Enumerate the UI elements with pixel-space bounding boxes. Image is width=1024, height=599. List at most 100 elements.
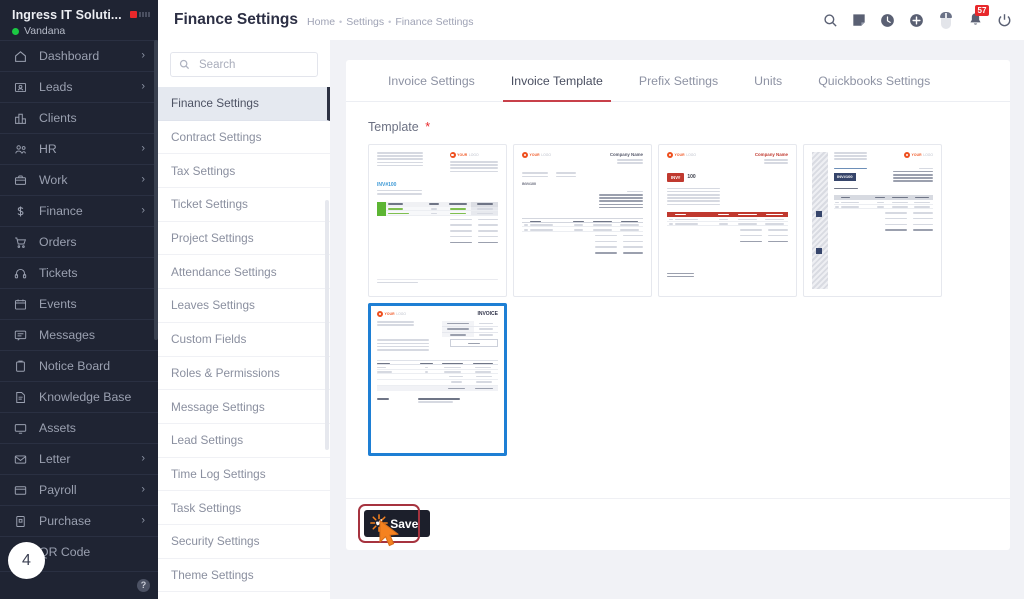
template-grid: YOUR LOGO INV#100 YOUR LOGO Company Name INV#1… [346, 144, 1010, 456]
settings-item-time-log-settings[interactable]: Time Log Settings [158, 458, 330, 492]
settings-item-task-settings[interactable]: Task Settings [158, 491, 330, 525]
tab-quickbooks-settings[interactable]: Quickbooks Settings [800, 60, 948, 101]
power-icon[interactable] [997, 13, 1012, 28]
settings-item-theme-settings[interactable]: Theme Settings [158, 559, 330, 593]
sidebar-brand[interactable]: Ingress IT Soluti... Vandana [0, 0, 158, 40]
chevron-right-icon: › [141, 49, 145, 62]
sidebar-item-knowledge-base[interactable]: Knowledge Base [0, 381, 158, 412]
template-option-2[interactable]: YOUR LOGO Company Name INV#100 [513, 144, 652, 297]
chevron-right-icon: › [141, 142, 145, 155]
tab-prefix-settings[interactable]: Prefix Settings [621, 60, 736, 101]
settings-item-project-settings[interactable]: Project Settings [158, 222, 330, 256]
template-option-1[interactable]: YOUR LOGO INV#100 [368, 144, 507, 297]
sidebar-item-messages[interactable]: Messages [0, 319, 158, 350]
settings-item-security-settings[interactable]: Security Settings [158, 525, 330, 559]
invoice-number: 100 [687, 174, 696, 181]
sidebar-item-dashboard[interactable]: Dashboard › [0, 40, 158, 71]
notification-badge: 57 [975, 5, 989, 16]
invoice-number-badge: INV# [667, 173, 685, 182]
save-button[interactable]: ✔ Save [364, 510, 431, 537]
user-name: Vandana [24, 25, 66, 37]
invoice-totals [377, 218, 498, 245]
sidebar-item-work[interactable]: Work › [0, 164, 158, 195]
template-preview: YOURLOGO Company Name INV#100 [667, 152, 788, 289]
document-icon [14, 391, 32, 404]
sidebar-item-assets[interactable]: Assets [0, 412, 158, 443]
clock-icon[interactable] [880, 13, 895, 28]
invoice-totals [667, 229, 788, 244]
breadcrumb-item-home[interactable]: Home [307, 16, 335, 28]
paid-stamp [449, 339, 498, 348]
template-option-4[interactable]: YOUR LOGO INV#100 [803, 144, 942, 297]
breadcrumb: Home • Settings • Finance Settings [307, 13, 474, 28]
settings-search-box[interactable] [170, 52, 318, 77]
template-option-3[interactable]: YOUR LOGO Company Name INV# 100 [658, 144, 797, 297]
settings-item-finance-settings[interactable]: Finance Settings [158, 87, 330, 121]
notifications-button[interactable]: 57 [968, 5, 989, 28]
invoice-title: INVOICE [477, 311, 498, 317]
tab-invoice-settings[interactable]: Invoice Settings [370, 60, 493, 101]
settings-item-label: Ticket Settings [171, 197, 248, 212]
sidebar-item-events[interactable]: Events [0, 288, 158, 319]
tab-bar: Invoice Settings Invoice Template Prefix S… [346, 60, 1010, 102]
organization-name: Ingress IT Soluti... [12, 8, 122, 22]
sidebar-item-tickets[interactable]: Tickets [0, 257, 158, 288]
settings-item-custom-fields[interactable]: Custom Fields [158, 323, 330, 357]
sidebar-item-orders[interactable]: Orders [0, 226, 158, 257]
settings-item-label: Theme Settings [171, 567, 254, 582]
sidebar-item-label: Finance [39, 204, 83, 218]
headset-icon [14, 267, 32, 280]
invoice-logo-icon: YOUR LOGO [903, 152, 933, 158]
sidebar-item-finance[interactable]: Finance › [0, 195, 158, 226]
sidebar-item-clients[interactable]: Clients [0, 102, 158, 133]
invoice-logo-icon: YOUR LOGO [667, 152, 696, 158]
sidebar-item-label: Tickets [39, 266, 78, 280]
settings-item-lead-settings[interactable]: Lead Settings [158, 424, 330, 458]
settings-item-roles-permissions[interactable]: Roles & Permissions [158, 357, 330, 391]
tab-invoice-template[interactable]: Invoice Template [493, 60, 621, 102]
template-option-5[interactable]: YOUR LOGO INVOICE [368, 303, 507, 456]
sidebar-item-leads[interactable]: Leads › [0, 71, 158, 102]
company-name: Company Name [754, 152, 788, 157]
header-actions: 57 [823, 5, 1024, 30]
invoice-number: INV#100 [377, 181, 397, 188]
settings-item-message-settings[interactable]: Message Settings [158, 390, 330, 424]
settings-item-contract-settings[interactable]: Contract Settings [158, 121, 330, 155]
tab-units[interactable]: Units [736, 60, 800, 101]
sidebar-item-label: Events [39, 297, 77, 311]
note-icon[interactable] [852, 13, 866, 27]
help-icon[interactable]: ? [137, 579, 150, 592]
home-icon [14, 50, 32, 63]
sidebar-item-label: Assets [39, 421, 76, 435]
mouse-icon[interactable] [938, 10, 954, 30]
sidebar-item-hr[interactable]: HR › [0, 133, 158, 164]
chevron-right-icon: › [141, 452, 145, 465]
plus-circle-icon[interactable] [909, 13, 924, 28]
invoice-number-badge: INV#100 [834, 172, 856, 181]
page-title: Finance Settings [174, 11, 299, 28]
settings-item-leaves-settings[interactable]: Leaves Settings [158, 289, 330, 323]
invoice-totals [522, 234, 643, 256]
invoice-line-row [522, 227, 643, 232]
breadcrumb-item-settings[interactable]: Settings [346, 16, 384, 28]
settings-panel-scrollbar[interactable] [325, 200, 329, 450]
search-icon[interactable] [823, 13, 838, 28]
settings-item-attendance-settings[interactable]: Attendance Settings [158, 255, 330, 290]
breadcrumb-item-finance-settings: Finance Settings [395, 15, 474, 28]
settings-item-ticket-settings[interactable]: Ticket Settings [158, 188, 330, 222]
sidebar-item-payroll[interactable]: Payroll › [0, 474, 158, 505]
sidebar-item-label: QR Code [39, 545, 91, 559]
sidebar-item-notice-board[interactable]: Notice Board [0, 350, 158, 381]
template-field-label: Template * [346, 102, 1010, 144]
clients-icon [14, 112, 32, 125]
settings-item-tax-settings[interactable]: Tax Settings [158, 154, 330, 189]
cart-icon [14, 236, 32, 249]
invoice-items-table [377, 201, 498, 216]
sidebar-item-letter[interactable]: Letter › [0, 443, 158, 474]
settings-item-label: Tax Settings [171, 163, 236, 178]
template-label-text: Template [368, 120, 419, 134]
settings-search-input[interactable] [197, 57, 309, 72]
sidebar-item-purchase[interactable]: Purchase › [0, 505, 158, 536]
sidebar-item-label: HR [39, 142, 57, 156]
invoice-logo-icon: YOUR LOGO [522, 152, 551, 158]
